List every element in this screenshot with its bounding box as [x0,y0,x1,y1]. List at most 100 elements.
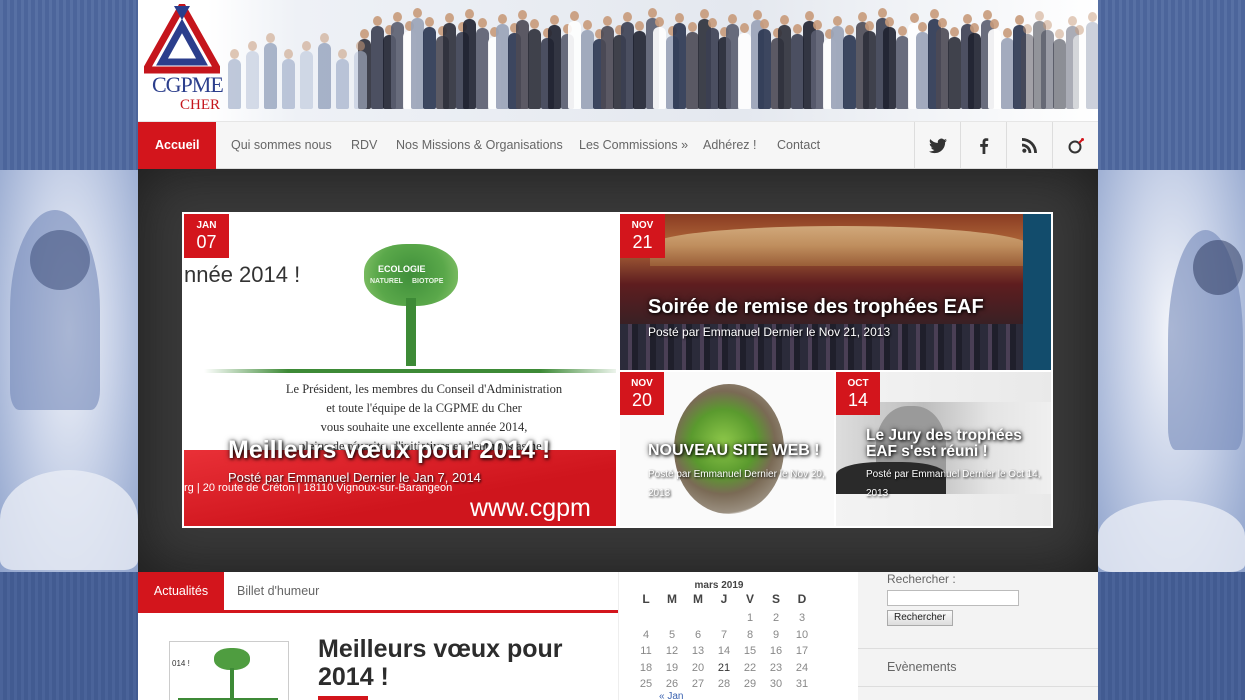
calendar-day: 22 [743,661,757,674]
content-tabs: Actualités Billet d'humeur [138,572,618,613]
calendar-day: 1 [746,612,754,624]
random-icon [1068,137,1084,153]
crowd-person [443,13,456,109]
nav-item-rdv[interactable]: RDV [351,122,377,169]
calendar-day: 2 [772,612,780,624]
crowd-person [935,18,949,109]
calendar-day: 25 [639,678,653,691]
word-tree-image: ECOLOGIE NATUREL BIOTOPE [356,236,466,366]
crowd-person [423,17,436,109]
nav-item-missions[interactable]: Nos Missions & Organisations [396,122,563,169]
crowd-person [1053,29,1066,109]
calendar-day: 16 [769,645,783,658]
tab-actualites[interactable]: Actualités [138,572,224,610]
featured-post-trophees[interactable]: NOV 21 Soirée de remise des trophées EAF… [618,212,1053,372]
post-preview: 014 ! Meilleurs vœux pour 2014 ! [138,613,618,700]
divider [858,686,1098,687]
crowd-person [548,15,561,109]
meeting-person [246,41,259,109]
crowd-person [1085,12,1098,109]
logo-text-cgpme: CGPME [152,72,224,97]
calendar-prev-link[interactable]: « Jan [659,691,683,700]
crowd-person [790,24,804,109]
calendar-day: 20 [691,661,705,674]
calendar-day: 23 [769,661,783,674]
crowd-person [705,18,719,109]
calendar-weekday-header: V [745,592,754,606]
search-button[interactable]: Rechercher [887,610,953,626]
logo-triangle-icon [140,0,224,74]
random-post-button[interactable] [1052,122,1098,169]
meeting-person [318,33,331,109]
facebook-button[interactable] [960,122,1006,169]
post-title[interactable]: Meilleurs vœux pour 2014 ! [318,635,578,691]
site-web-post-title[interactable]: NOUVEAU SITE WEB ! [648,442,820,460]
nav-item-qui-sommes-nous[interactable]: Qui sommes nous [231,122,332,169]
crowd-person [528,19,541,109]
crowd-person [895,26,909,109]
crowd-person [410,8,424,109]
search-input[interactable] [887,590,1019,606]
trophees-post-title[interactable]: Soirée de remise des trophées EAF [648,296,984,319]
crowd-person [883,17,896,109]
background-photo-left [0,170,138,572]
calendar-day: 7 [720,628,728,641]
calendar-day: 4 [642,628,650,641]
featured-post-main[interactable]: nnée 2014 ! ECOLOGIE NATUREL BIOTOPE Le … [182,212,618,528]
calendar-day: 6 [694,628,702,641]
nav-item-accueil[interactable]: Accueil [138,122,217,169]
calendar-day: 27 [691,678,705,691]
crowd-person [948,27,961,109]
crowd-person [600,16,614,109]
crowd-person [620,12,634,109]
site-logo[interactable]: CGPME CHER [140,0,224,114]
nav-item-adherez[interactable]: Adhérez ! [703,122,757,169]
calendar-day: 18 [639,661,653,674]
image-heading: nnée 2014 ! [184,262,301,287]
crowd-person [1000,28,1014,109]
crowd-person [968,23,981,109]
trophees-post-meta: Posté par Emmanuel Dernier le Nov 21, 20… [648,325,891,339]
calendar-weekday-header: M [693,592,703,606]
rss-button[interactable] [1006,122,1052,169]
jury-post-title[interactable]: Le Jury des trophées EAF s'est réuni ! [866,428,1051,460]
crowd-person [370,16,384,109]
crowd-person [1020,24,1034,109]
crowd-person [568,11,581,109]
crowd-person [863,21,876,109]
featured-post-title[interactable]: Meilleurs vœux pour 2014 ! [228,436,550,465]
calendar-day: 30 [769,678,783,691]
logo-text-cher: CHER [180,97,221,113]
featured-post-site-web[interactable]: NOV 20 NOUVEAU SITE WEB ! Posté par Emma… [618,370,836,528]
background-pattern-bottom-right [1098,572,1245,700]
featured-slider: nnée 2014 ! ECOLOGIE NATUREL BIOTOPE Le … [138,169,1098,572]
nav-item-contact[interactable]: Contact [777,122,820,169]
calendar-day: 31 [795,678,809,691]
post-thumbnail[interactable]: 014 ! [169,641,289,700]
crowd-person [580,20,594,109]
nav-item-commissions[interactable]: Les Commissions » [579,122,688,169]
crowd-person [673,13,686,109]
featured-post-jury[interactable]: OCT 14 Le Jury des trophées EAF s'est ré… [834,370,1053,528]
tree-word: NATUREL [370,278,403,285]
events-heading[interactable]: Evènements [887,660,956,674]
twitter-icon [928,138,947,153]
meeting-person [228,49,241,109]
calendar-weekday-header: M [667,592,677,606]
tab-billet-humeur[interactable]: Billet d'humeur [237,572,319,610]
crowd-person [515,10,529,109]
meeting-person [336,49,349,109]
crowd-person [390,12,404,109]
featured-post-meta: Posté par Emmanuel Dernier le Jan 7, 201… [228,470,481,485]
twitter-button[interactable] [914,122,960,169]
crowd-person [758,19,771,109]
crowd-person [988,19,1001,109]
crowd-person [725,14,739,109]
date-badge: NOV 21 [620,214,665,258]
calendar-weekday-header: L [642,592,650,606]
crowd-person [1040,20,1054,109]
crowd-person [830,16,844,109]
header-crowd-image [208,0,1098,121]
calendar-day: 3 [798,612,806,624]
date-badge: JAN 07 [184,214,229,258]
